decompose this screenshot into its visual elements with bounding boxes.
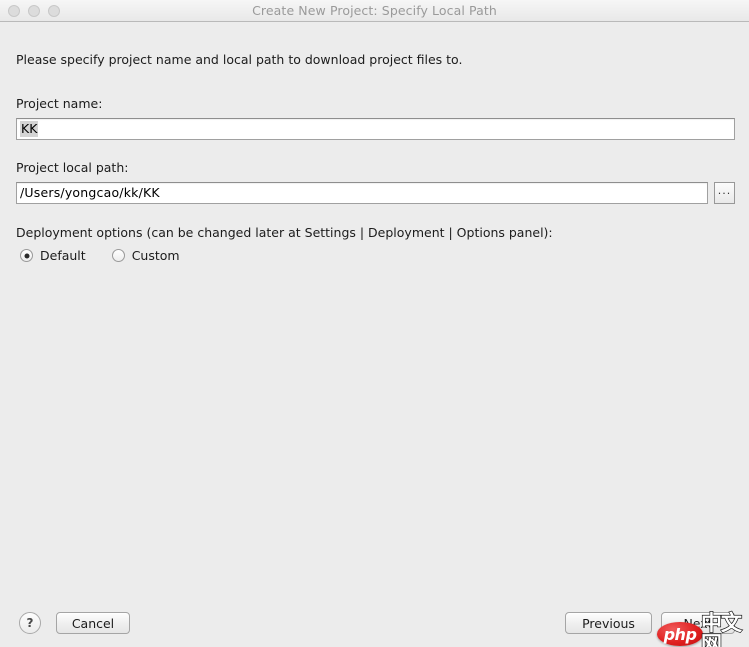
- close-button[interactable]: [8, 4, 20, 17]
- zoom-button[interactable]: [48, 4, 60, 17]
- deployment-options-radio-group: Default Custom: [20, 248, 180, 263]
- radio-option-custom[interactable]: Custom: [111, 248, 180, 263]
- dialog-content: Please specify project name and local pa…: [0, 22, 749, 646]
- project-path-input[interactable]: /Users/yongcao/kk/KK: [16, 182, 708, 204]
- project-name-label: Project name:: [16, 96, 103, 111]
- project-path-label: Project local path:: [16, 160, 129, 175]
- dialog-window: Create New Project: Specify Local Path P…: [0, 0, 749, 647]
- next-button[interactable]: Next: [661, 612, 735, 634]
- browse-path-button[interactable]: ...: [714, 182, 735, 204]
- traffic-light-buttons: [8, 0, 60, 21]
- radio-custom-icon[interactable]: [111, 249, 125, 262]
- dialog-footer: ? Cancel Previous Next: [0, 594, 749, 646]
- project-path-value: /Users/yongcao/kk/KK: [20, 184, 160, 200]
- project-name-input[interactable]: KK: [16, 118, 735, 140]
- radio-default-icon[interactable]: [20, 249, 33, 262]
- deployment-options-label: Deployment options (can be changed later…: [16, 225, 553, 240]
- previous-button[interactable]: Previous: [565, 612, 652, 634]
- help-button[interactable]: ?: [19, 612, 41, 634]
- cancel-button[interactable]: Cancel: [56, 612, 130, 634]
- window-title: Create New Project: Specify Local Path: [252, 3, 497, 18]
- minimize-button[interactable]: [28, 4, 40, 17]
- radio-custom-label: Custom: [131, 248, 180, 263]
- radio-option-default[interactable]: Default: [20, 248, 86, 263]
- dialog-description: Please specify project name and local pa…: [16, 52, 463, 67]
- radio-default-label: Default: [40, 248, 86, 263]
- title-bar: Create New Project: Specify Local Path: [0, 0, 749, 22]
- project-name-value: KK: [20, 120, 39, 138]
